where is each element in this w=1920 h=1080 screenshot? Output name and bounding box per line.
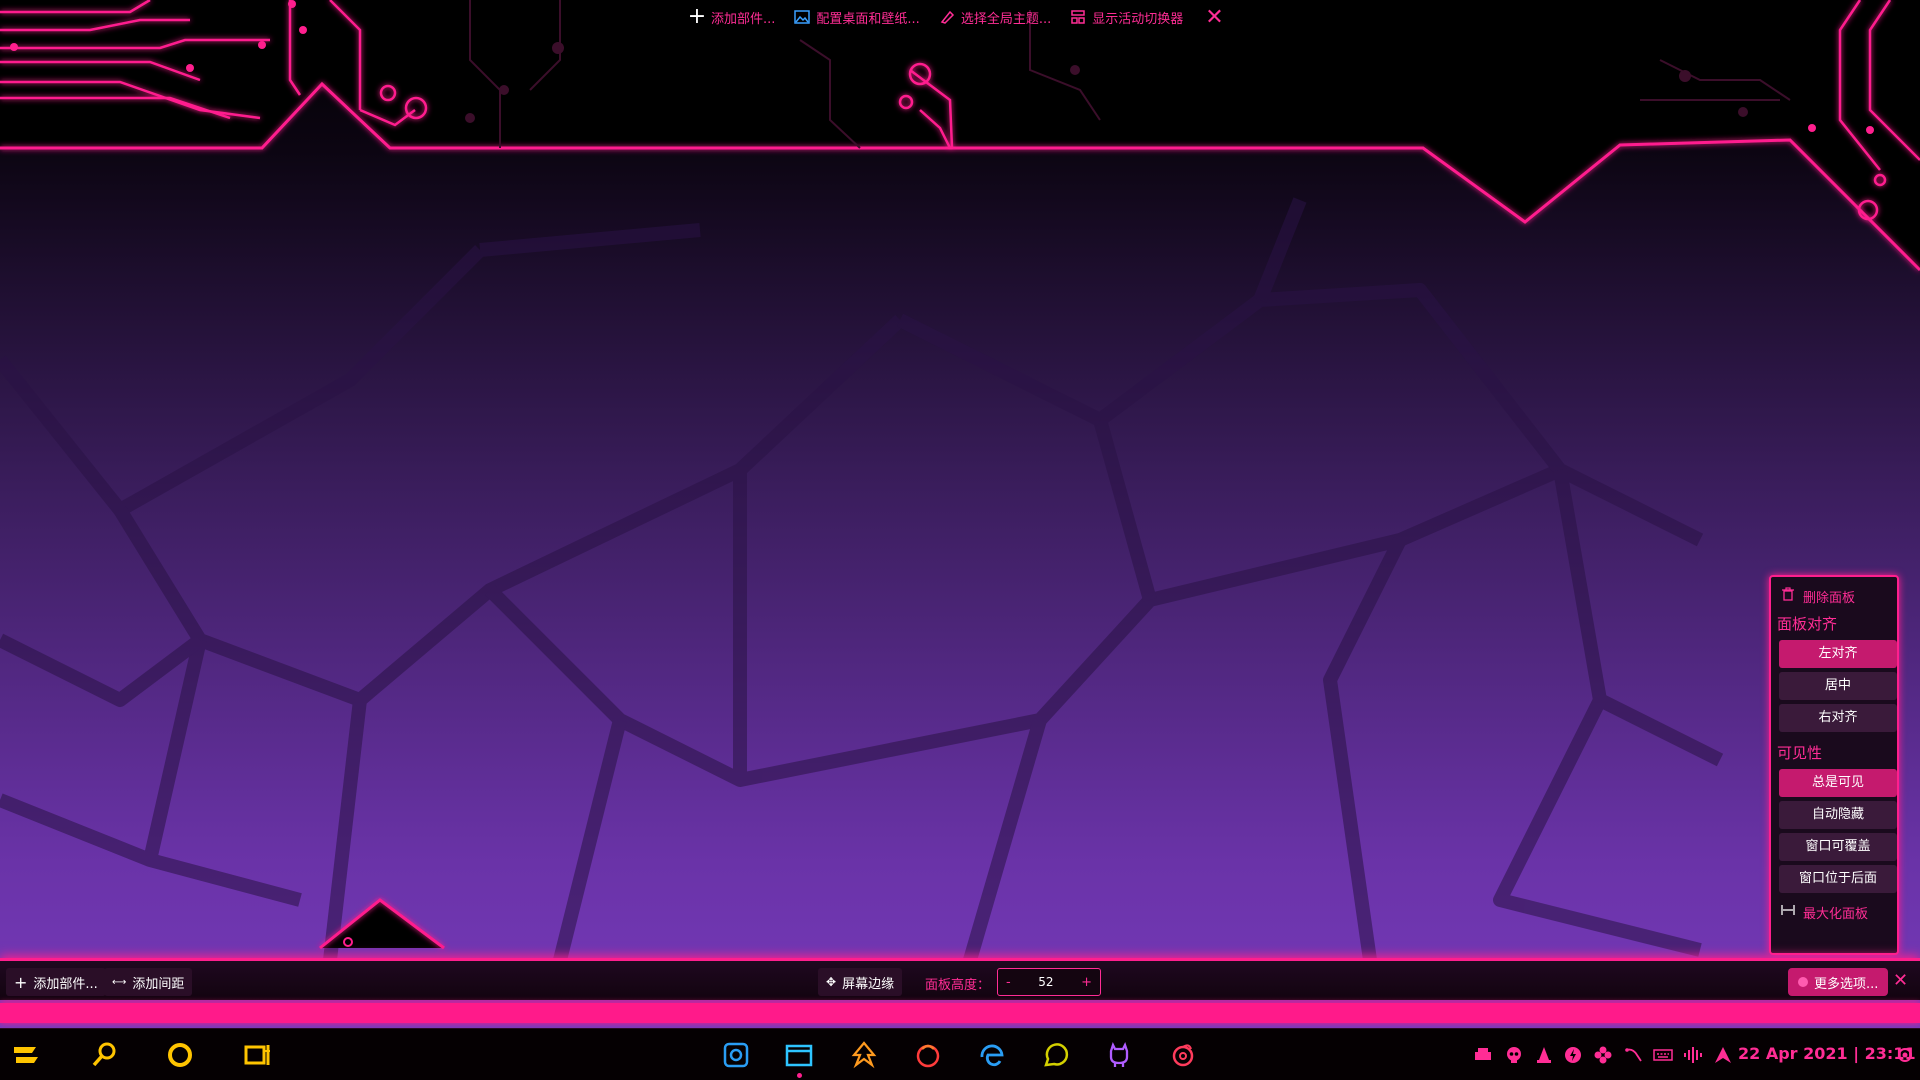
align-center-button[interactable]: 居中 <box>1779 672 1897 700</box>
desktop-wallpaper <box>0 0 1920 1080</box>
activities-icon <box>1069 8 1087 26</box>
screen-edge-button[interactable]: ✥ 屏幕边缘 <box>818 968 903 996</box>
activity-switcher-button[interactable]: 显示活动切换器 <box>1069 8 1183 27</box>
add-widgets-label: 添加部件... <box>711 11 776 27</box>
wallpaper-icon <box>793 8 811 26</box>
brush-icon <box>938 8 956 26</box>
global-theme-button[interactable]: 选择全局主题... <box>938 8 1051 27</box>
power-icon[interactable] <box>1563 1045 1583 1065</box>
panel-height-label: 面板高度： <box>925 978 991 993</box>
inkscape-icon[interactable] <box>848 1039 880 1071</box>
network-icon[interactable] <box>1623 1045 1643 1065</box>
trash-icon <box>1781 587 1795 605</box>
activity-switcher-label: 显示活动切换器 <box>1092 11 1184 27</box>
add-widgets-toolbox-button[interactable]: + 添加部件... <box>687 4 776 29</box>
music-player-icon[interactable] <box>1167 1039 1199 1071</box>
maximize-panel-button[interactable]: 最大化面板 <box>1775 901 1893 923</box>
add-widgets-button[interactable]: + 添加部件... <box>6 968 106 996</box>
decrement-button[interactable]: - <box>1006 975 1011 990</box>
github-icon[interactable] <box>1103 1039 1135 1071</box>
add-spacer-label: 添加间距 <box>132 976 185 992</box>
desktop-toolbox: + 添加部件... 配置桌面和壁纸... 选择全局主题... 显示活动切换器 ✕ <box>688 0 1224 34</box>
remove-panel-label: 删除面板 <box>1803 590 1856 606</box>
firefox-icon[interactable] <box>912 1039 944 1071</box>
close-toolbox-icon[interactable]: ✕ <box>1205 5 1223 30</box>
add-spacer-button[interactable]: ⟷ 添加间距 <box>104 968 193 996</box>
wizard-icon[interactable] <box>1534 1045 1554 1065</box>
circle-launcher-icon[interactable] <box>164 1039 196 1071</box>
close-edit-mode-icon[interactable]: ✕ <box>1893 970 1908 991</box>
remove-panel-button[interactable]: 删除面板 <box>1775 585 1893 607</box>
alignment-heading: 面板对齐 <box>1777 615 1838 633</box>
panel-height-value: 52 <box>1038 975 1054 989</box>
panel-height-spinbox[interactable]: - 52 + <box>997 968 1101 996</box>
keyboard-icon[interactable] <box>1653 1045 1673 1065</box>
chat-app-icon[interactable] <box>1040 1039 1072 1071</box>
align-right-button[interactable]: 右对齐 <box>1779 704 1897 732</box>
menu-launcher-icon[interactable] <box>10 1039 42 1071</box>
add-widgets-label: 添加部件... <box>33 976 98 992</box>
taskbar-panel: 22 Apr 2021 | 23:11 <box>0 1028 1920 1080</box>
visibility-heading: 可见性 <box>1777 744 1823 762</box>
windows-can-cover-button[interactable]: 窗口可覆盖 <box>1779 833 1897 861</box>
search-icon[interactable] <box>88 1039 120 1071</box>
configure-desktop-label: 配置桌面和壁纸... <box>816 11 920 27</box>
screenshot-app-icon[interactable] <box>720 1039 752 1071</box>
always-visible-button[interactable]: 总是可见 <box>1779 769 1897 797</box>
window-switch-icon[interactable] <box>242 1039 274 1071</box>
active-task-indicator <box>797 1073 802 1078</box>
windows-go-below-button[interactable]: 窗口位于后面 <box>1779 865 1897 893</box>
notifications-icon[interactable] <box>1895 1045 1915 1065</box>
plus-icon: + <box>687 4 707 29</box>
file-manager-icon[interactable] <box>783 1039 815 1071</box>
spacer-icon: ⟷ <box>112 976 127 988</box>
skull-icon[interactable] <box>1504 1045 1524 1065</box>
audio-icon[interactable] <box>1683 1045 1703 1065</box>
panel-size-ruler[interactable] <box>0 1003 1920 1023</box>
clock[interactable]: 22 Apr 2021 | 23:11 <box>1738 1044 1916 1063</box>
flower-icon[interactable] <box>1593 1045 1613 1065</box>
increment-button[interactable]: + <box>1081 975 1092 990</box>
screen-edge-label: 屏幕边缘 <box>842 976 895 992</box>
panel-settings-popup: 删除面板 面板对齐 左对齐 居中 右对齐 可见性 总是可见 自动隐藏 窗口可覆盖… <box>1769 575 1899 955</box>
maximize-panel-label: 最大化面板 <box>1803 906 1869 922</box>
align-left-button[interactable]: 左对齐 <box>1779 640 1897 668</box>
global-theme-label: 选择全局主题... <box>960 11 1052 27</box>
move-icon: ✥ <box>826 975 837 989</box>
more-options-button[interactable]: 更多选项... <box>1788 968 1889 996</box>
printer-icon[interactable] <box>1473 1045 1493 1065</box>
maximize-icon <box>1781 903 1795 921</box>
configure-desktop-button[interactable]: 配置桌面和壁纸... <box>793 8 920 27</box>
edge-browser-icon[interactable] <box>976 1039 1008 1071</box>
arch-icon[interactable] <box>1713 1045 1733 1065</box>
more-options-label: 更多选项... <box>1814 976 1879 992</box>
options-icon <box>1798 977 1808 987</box>
auto-hide-button[interactable]: 自动隐藏 <box>1779 801 1897 829</box>
plus-icon: + <box>14 972 28 992</box>
panel-edit-toolbar: + 添加部件... ⟷ 添加间距 ✥ 屏幕边缘 面板高度： - 52 + 更多选… <box>0 958 1920 1000</box>
